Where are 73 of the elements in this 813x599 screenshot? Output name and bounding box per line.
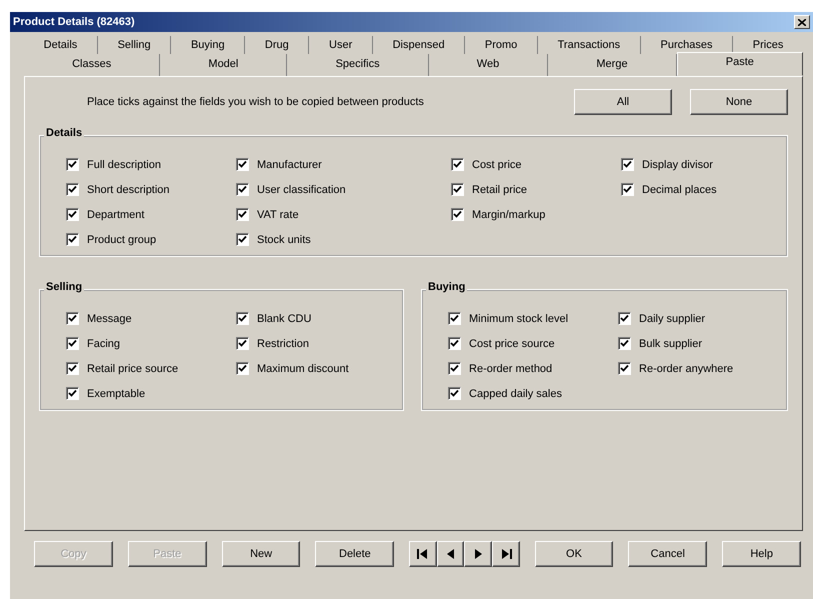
checkbox[interactable] [621, 183, 634, 196]
checkbox[interactable] [618, 312, 632, 325]
checkbox[interactable] [451, 208, 464, 221]
footer-button[interactable]: New [222, 541, 300, 567]
checkbox-label: Bulk supplier [639, 338, 702, 350]
group-title: Buying [426, 281, 468, 293]
checkbox[interactable] [66, 337, 79, 350]
select-button[interactable]: All [574, 89, 672, 115]
checkbox[interactable] [448, 387, 462, 400]
checkbox[interactable] [66, 233, 79, 246]
nav-button[interactable] [464, 541, 492, 567]
checkbox[interactable] [236, 233, 249, 246]
checkbox[interactable] [448, 362, 462, 375]
select-button[interactable]: None [690, 89, 788, 115]
checkbox-label: VAT rate [257, 208, 299, 220]
checkbox-label: Re-order method [469, 362, 552, 374]
footer-button[interactable]: Cancel [628, 541, 708, 567]
checkbox[interactable] [236, 183, 249, 196]
window-title: Product Details (82463) [13, 16, 135, 28]
nav-button[interactable] [492, 541, 520, 567]
checkbox-label: Stock units [257, 234, 311, 246]
checkbox-label: Exemptable [87, 388, 146, 400]
checkbox-label: Display divisor [642, 158, 713, 170]
checkbox-label: Product group [87, 234, 156, 246]
checkbox-label: Restriction [257, 338, 309, 350]
nav-button[interactable] [436, 541, 464, 567]
checkbox[interactable] [66, 208, 79, 221]
checkbox-label: Retail price [472, 184, 528, 196]
checkbox-label: Maximum discount [257, 362, 349, 374]
checkbox[interactable] [618, 337, 632, 350]
close-icon [798, 18, 806, 26]
checkbox-label: Daily supplier [639, 312, 706, 324]
checkbox[interactable] [451, 158, 464, 171]
checkbox[interactable] [236, 208, 249, 221]
footer-button[interactable]: OK [534, 541, 614, 567]
checkbox[interactable] [618, 362, 632, 375]
checkbox-label: Blank CDU [257, 312, 312, 324]
checkbox-label: Retail price source [87, 362, 178, 374]
checkbox-label: Cost price source [469, 338, 555, 350]
checkbox-label: Decimal places [642, 184, 717, 196]
checkbox[interactable] [236, 337, 249, 350]
footer-button[interactable]: Delete [315, 541, 394, 567]
checkbox-label: Minimum stock level [469, 312, 568, 324]
checkbox[interactable] [236, 158, 249, 171]
group-title: Details [44, 127, 84, 139]
checkbox-label: Re-order anywhere [639, 362, 734, 374]
checkbox-label: Facing [87, 338, 120, 350]
checkbox[interactable] [66, 158, 79, 171]
checkbox[interactable] [451, 183, 464, 196]
instruction-text: Place ticks against the fields you wish to be copied between products [87, 96, 425, 108]
checkbox[interactable] [66, 312, 79, 325]
checkbox-label: Margin/markup [472, 208, 546, 220]
checkbox-label: Message [87, 312, 132, 324]
checkbox-label: Cost price [472, 158, 522, 170]
checkbox[interactable] [236, 312, 249, 325]
checkbox[interactable] [448, 312, 462, 325]
checkbox[interactable] [66, 183, 79, 196]
tab[interactable]: Paste [676, 52, 803, 76]
checkbox[interactable] [621, 158, 634, 171]
footer-button[interactable]: Help [722, 541, 802, 567]
checkbox-label: User classification [257, 184, 346, 196]
checkbox[interactable] [448, 337, 462, 350]
checkbox-label: Capped daily sales [469, 388, 562, 400]
checkbox[interactable] [66, 387, 79, 400]
checkbox[interactable] [66, 362, 79, 375]
close-button[interactable] [794, 15, 810, 29]
nav-button[interactable] [409, 541, 437, 567]
checkbox-label: Manufacturer [257, 158, 322, 170]
checkbox[interactable] [236, 362, 249, 375]
checkbox-label: Short description [87, 184, 170, 196]
checkbox-label: Department [87, 208, 144, 220]
group-title: Selling [44, 281, 84, 293]
checkbox-label: Full description [87, 158, 161, 170]
